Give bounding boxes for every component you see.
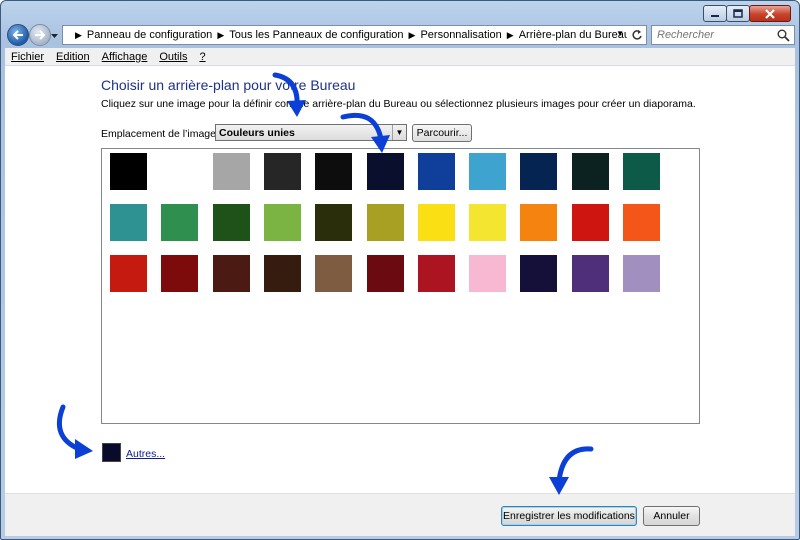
color-swatch[interactable] <box>520 153 558 190</box>
back-arrow-icon <box>12 30 23 40</box>
search-box[interactable] <box>651 25 795 45</box>
color-swatch[interactable] <box>315 153 353 190</box>
search-icon[interactable] <box>777 29 790 42</box>
address-bar[interactable]: ▶ Panneau de configuration ▶ Tous les Pa… <box>62 25 628 45</box>
others-link[interactable]: Autres... <box>126 448 165 460</box>
maximize-button[interactable] <box>726 5 750 22</box>
footer-bar: Enregistrer les modifications Annuler <box>5 493 795 536</box>
close-icon <box>765 8 775 19</box>
breadcrumb-personalization[interactable]: Personnalisation <box>420 29 501 41</box>
breadcrumb-control-panel[interactable]: Panneau de configuration <box>87 29 212 41</box>
color-swatch[interactable] <box>366 255 404 292</box>
color-swatch[interactable] <box>469 153 507 190</box>
color-swatch[interactable] <box>571 153 609 190</box>
menu-view[interactable]: Affichage <box>102 51 148 63</box>
breadcrumb-all-control-panels[interactable]: Tous les Panneaux de configuration <box>229 29 403 41</box>
color-swatch[interactable] <box>520 255 558 292</box>
color-swatch[interactable] <box>110 153 147 190</box>
breadcrumb-separator-icon[interactable]: ▶ <box>217 30 224 41</box>
breadcrumb-separator-icon[interactable]: ▶ <box>507 30 514 41</box>
color-swatch[interactable] <box>623 255 660 292</box>
menu-bar: Fichier Edition Affichage Outils ? <box>5 48 795 66</box>
refresh-button[interactable] <box>627 25 647 45</box>
color-swatch[interactable] <box>469 204 507 241</box>
color-swatch[interactable] <box>623 153 660 190</box>
main-content: Choisir un arrière-plan pour votre Burea… <box>5 66 795 493</box>
window-frame: ▶ Panneau de configuration ▶ Tous les Pa… <box>0 0 800 540</box>
color-swatch[interactable] <box>161 153 199 190</box>
search-input[interactable] <box>657 29 775 41</box>
page-description: Cliquez sur une image pour la définir co… <box>101 98 696 110</box>
color-swatch[interactable] <box>161 204 199 241</box>
close-button[interactable] <box>749 5 791 22</box>
browse-button[interactable]: Parcourir... <box>412 124 472 142</box>
minimize-button[interactable] <box>703 5 727 22</box>
menu-edit[interactable]: Edition <box>56 51 90 63</box>
color-swatch[interactable] <box>366 153 404 190</box>
page-title: Choisir un arrière-plan pour votre Burea… <box>101 77 356 93</box>
menu-help[interactable]: ? <box>199 51 205 63</box>
color-swatch[interactable] <box>263 153 301 190</box>
back-button[interactable] <box>7 24 29 46</box>
color-swatch[interactable] <box>212 255 250 292</box>
save-changes-button[interactable]: Enregistrer les modifications <box>501 506 637 526</box>
color-swatch[interactable] <box>520 204 558 241</box>
breadcrumb-desktop-background[interactable]: Arrière-plan du Bureau <box>519 29 627 41</box>
color-swatch[interactable] <box>417 255 455 292</box>
color-swatch[interactable] <box>212 153 250 190</box>
color-swatch[interactable] <box>110 255 147 292</box>
cancel-button[interactable]: Annuler <box>643 506 700 526</box>
others-color-swatch[interactable] <box>102 443 121 462</box>
color-swatch[interactable] <box>417 153 455 190</box>
color-swatch[interactable] <box>263 204 301 241</box>
color-swatch[interactable] <box>110 204 147 241</box>
color-swatch[interactable] <box>366 204 404 241</box>
color-swatch[interactable] <box>623 204 660 241</box>
window-controls <box>703 5 791 22</box>
menu-file[interactable]: Fichier <box>11 51 44 63</box>
menu-tools[interactable]: Outils <box>159 51 187 63</box>
breadcrumb-separator-icon[interactable]: ▶ <box>409 30 416 41</box>
forward-arrow-icon <box>35 30 46 40</box>
image-location-label: Emplacement de l’image : <box>101 128 222 140</box>
address-dropdown-icon[interactable]: ▼ <box>616 29 624 38</box>
color-palette <box>101 148 700 424</box>
recent-pages-dropdown-icon[interactable] <box>50 31 59 40</box>
maximize-icon <box>733 9 743 18</box>
color-swatch[interactable] <box>417 204 455 241</box>
color-swatch[interactable] <box>212 204 250 241</box>
navigation-bar: ▶ Panneau de configuration ▶ Tous les Pa… <box>5 23 795 47</box>
color-swatch[interactable] <box>263 255 301 292</box>
image-location-value: Couleurs unies <box>219 126 295 139</box>
refresh-icon <box>631 30 642 40</box>
minimize-icon <box>711 14 719 17</box>
image-location-dropdown[interactable]: Couleurs unies ▼ <box>215 124 407 141</box>
color-swatch[interactable] <box>315 204 353 241</box>
color-swatch[interactable] <box>315 255 353 292</box>
color-swatch[interactable] <box>571 204 609 241</box>
color-swatch[interactable] <box>571 255 609 292</box>
title-bar <box>1 1 799 23</box>
color-swatch[interactable] <box>161 255 199 292</box>
breadcrumb-separator-icon[interactable]: ▶ <box>75 30 82 41</box>
forward-button[interactable] <box>29 24 51 46</box>
chevron-down-icon[interactable]: ▼ <box>392 125 406 140</box>
color-swatch[interactable] <box>469 255 507 292</box>
